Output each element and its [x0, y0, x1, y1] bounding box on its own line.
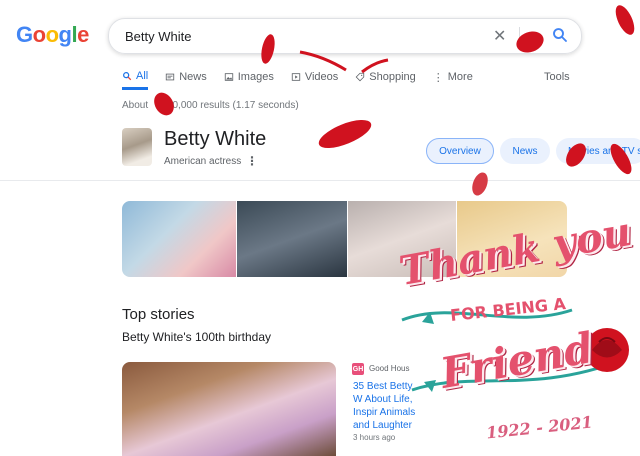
petal-decoration [610, 143, 632, 175]
image-result[interactable] [122, 201, 236, 277]
petal-decoration [361, 58, 389, 74]
more-vert-icon: ⋮ [432, 71, 444, 84]
story-image[interactable] [122, 362, 336, 456]
tab-news[interactable]: News [165, 68, 207, 90]
top-stories-subheading[interactable]: Betty White's 100th birthday [122, 330, 271, 344]
entity-thumbnail[interactable] [122, 128, 152, 166]
story-time: 3 hours ago [353, 433, 396, 442]
image-result[interactable] [237, 201, 347, 277]
search-input[interactable] [123, 25, 487, 47]
tab-label: All [136, 69, 149, 82]
news-icon [166, 73, 175, 81]
tab-more[interactable]: ⋮ More [433, 68, 473, 90]
tab-label: More [447, 71, 473, 83]
result-stats-count: 00,000 results (1.17 seconds) [166, 100, 299, 111]
petal-decoration [615, 5, 635, 35]
image-icon [224, 73, 233, 81]
google-logo[interactable]: Google [16, 22, 89, 48]
chip-overview[interactable]: Overview [426, 138, 494, 164]
entity-description: American actress [164, 156, 242, 167]
search-icon [123, 71, 132, 80]
close-icon[interactable]: ✕ [493, 26, 506, 46]
tab-label: Videos [304, 71, 339, 83]
more-options-icon[interactable]: ⋮ [246, 154, 258, 168]
search-icon[interactable] [551, 26, 569, 44]
source-logo: GH [352, 363, 364, 375]
result-stats-prefix: About [122, 100, 149, 111]
chip-news[interactable]: News [500, 138, 550, 164]
petal-decoration [566, 143, 586, 167]
header-divider [0, 180, 640, 181]
petal-decoration [299, 50, 347, 72]
petal-decoration [516, 31, 544, 53]
tools-button[interactable]: Tools [544, 71, 570, 83]
tab-images[interactable]: Images [224, 68, 274, 90]
entity-title: Betty White [164, 128, 267, 150]
result-stats: About 00,000 results (1.17 seconds) [122, 100, 299, 111]
petal-decoration [318, 120, 372, 148]
top-stories-heading: Top stories [122, 306, 195, 323]
petal-decoration [472, 172, 488, 196]
tab-all[interactable]: All [122, 68, 149, 90]
tab-label: Images [237, 71, 274, 83]
tab-label: News [179, 71, 207, 83]
video-icon [291, 73, 300, 81]
petal-decoration [154, 92, 174, 116]
petal-decoration [261, 34, 275, 64]
